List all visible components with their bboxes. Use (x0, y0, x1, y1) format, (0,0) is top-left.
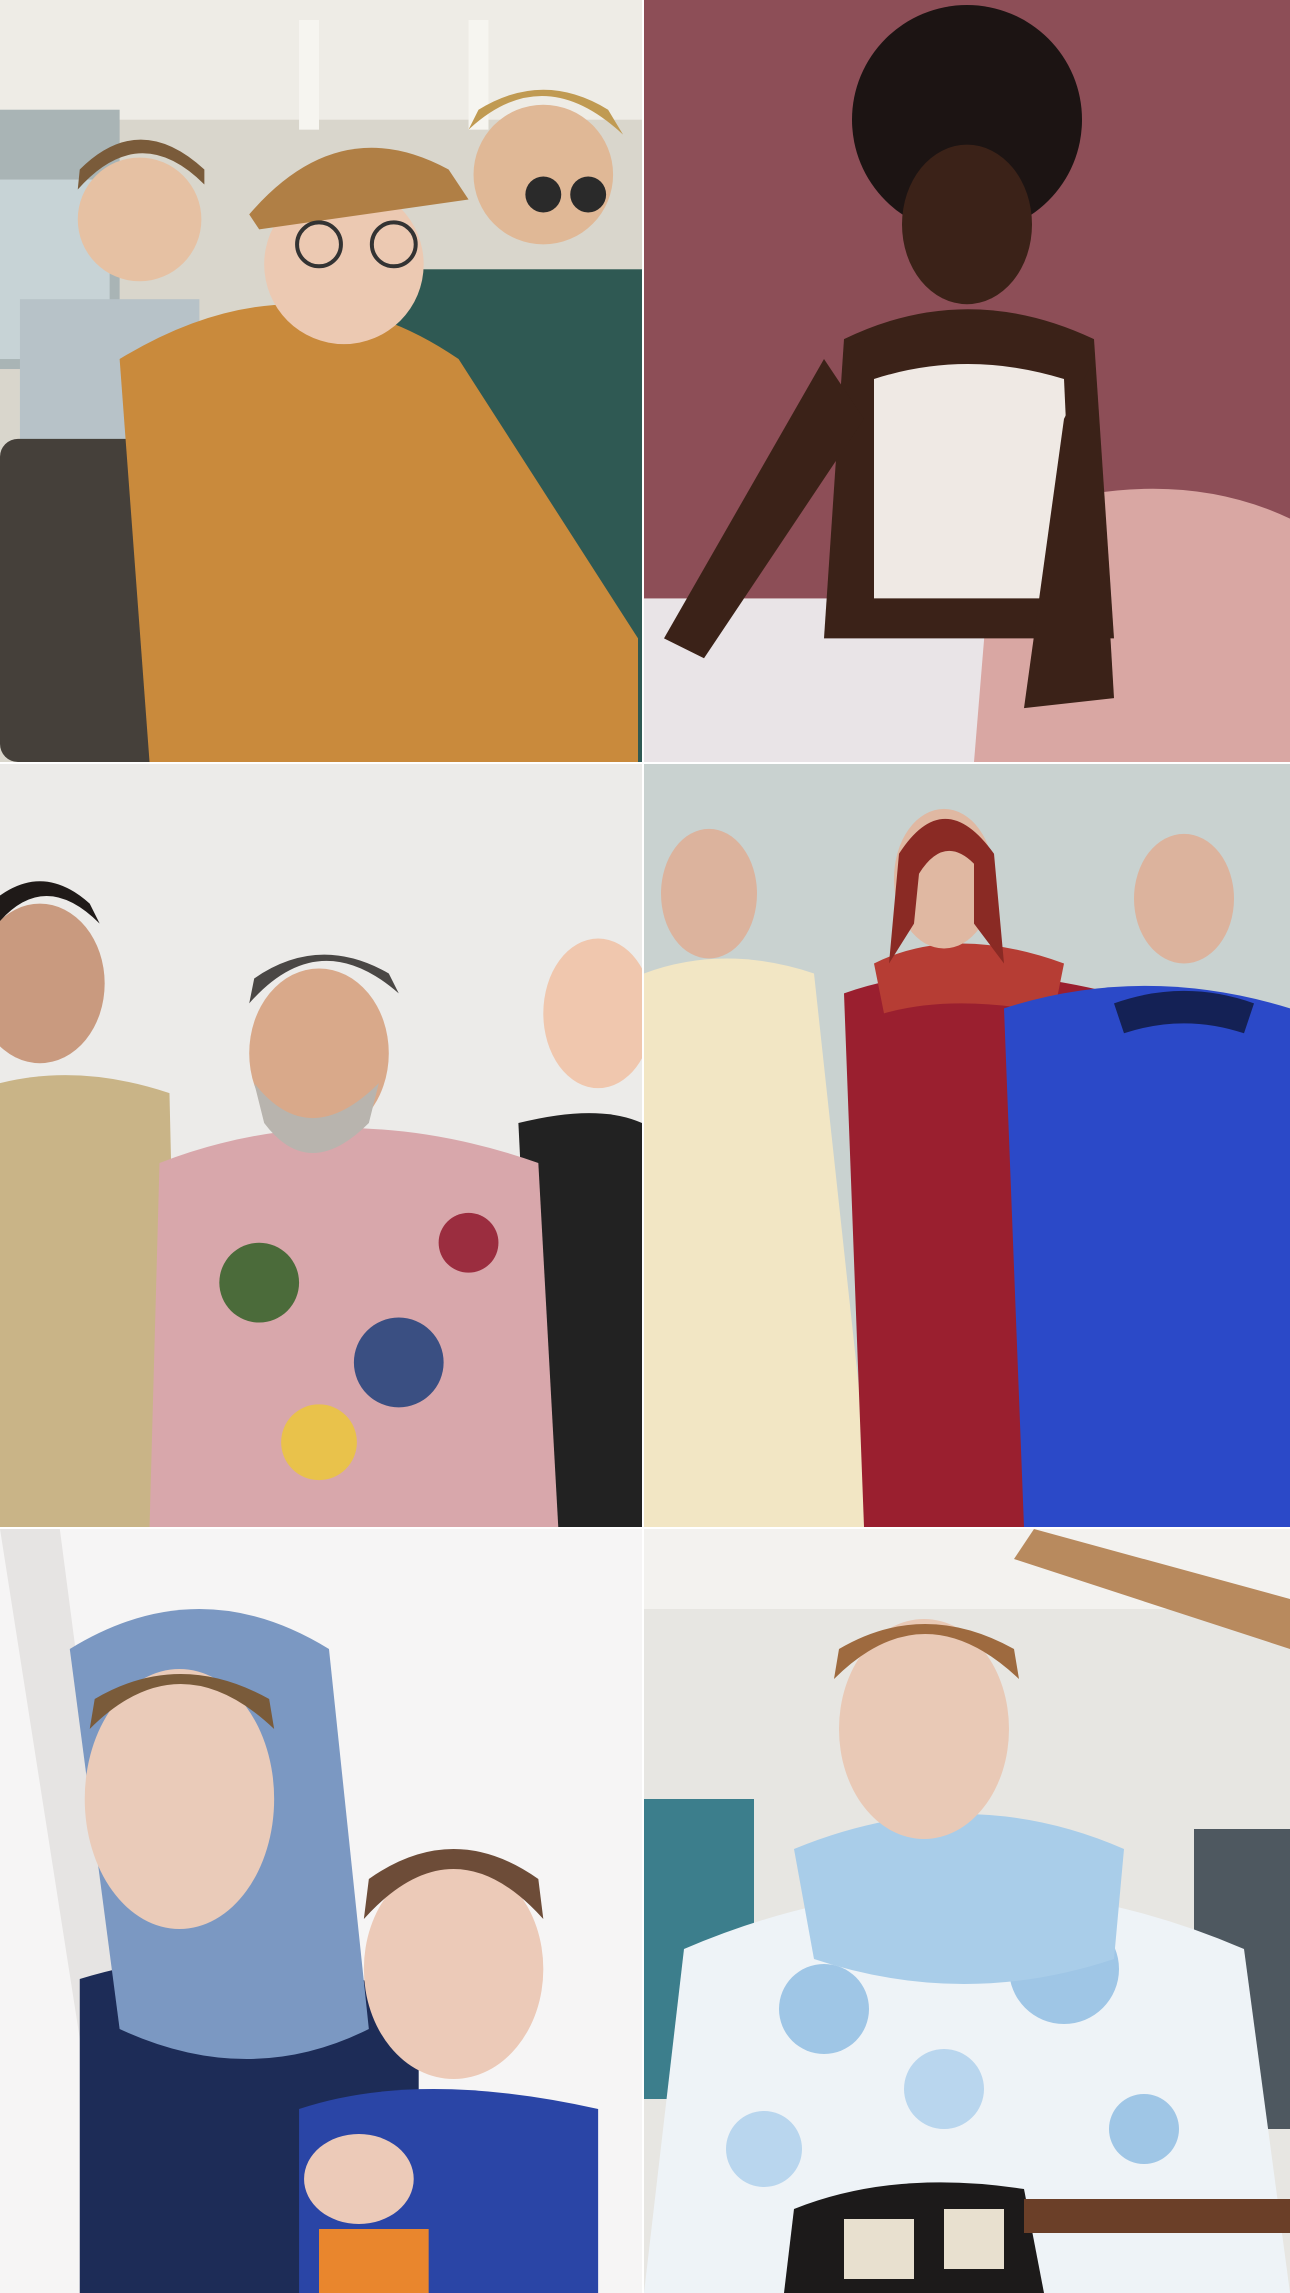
photo-three-figures-in-robes (644, 764, 1290, 1527)
photo-woman-on-bed (644, 0, 1290, 762)
photo-grid (0, 0, 1290, 2293)
photo-tile-2[interactable] (644, 0, 1290, 764)
photo-tile-3[interactable] (0, 764, 644, 1529)
photo-two-people-headscarf (0, 1529, 642, 2293)
photo-man-with-guitar (644, 1529, 1290, 2293)
photo-tile-4[interactable] (644, 764, 1290, 1529)
photo-tile-6[interactable] (644, 1529, 1290, 2293)
photo-tile-1[interactable] (0, 0, 644, 764)
photo-three-men-in-train (0, 0, 642, 762)
photo-tile-5[interactable] (0, 1529, 644, 2293)
photo-three-men-laughing (0, 764, 642, 1527)
